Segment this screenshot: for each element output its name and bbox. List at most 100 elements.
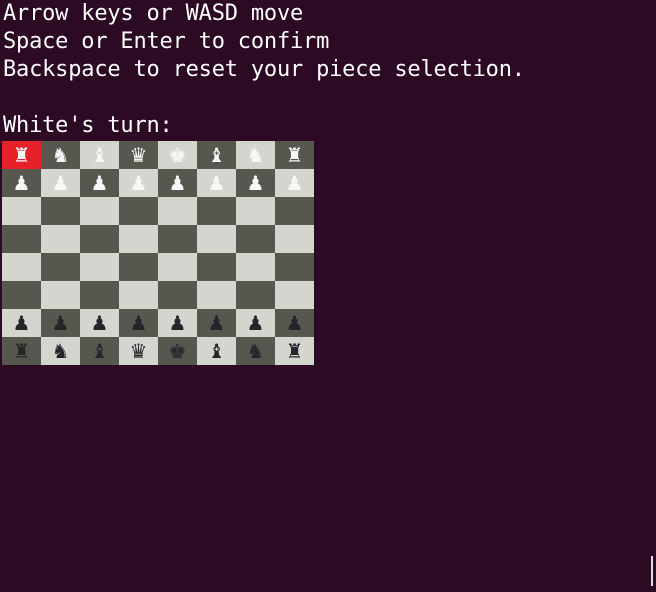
square-h3[interactable] <box>275 281 314 309</box>
black-bishop-icon: ♝ <box>207 339 226 363</box>
square-h4[interactable] <box>275 253 314 281</box>
square-d3[interactable] <box>119 281 158 309</box>
square-g6[interactable] <box>236 197 275 225</box>
square-h1[interactable]: ♜ <box>275 337 314 365</box>
square-h5[interactable] <box>275 225 314 253</box>
square-h8[interactable]: ♜ <box>275 141 314 169</box>
white-bishop-icon: ♝ <box>207 143 226 167</box>
square-d4[interactable] <box>119 253 158 281</box>
square-d1[interactable]: ♛ <box>119 337 158 365</box>
black-rook-icon: ♜ <box>285 339 304 363</box>
square-a3[interactable] <box>2 281 41 309</box>
square-g1[interactable]: ♞ <box>236 337 275 365</box>
square-e1[interactable]: ♚ <box>158 337 197 365</box>
square-b5[interactable] <box>41 225 80 253</box>
square-c2[interactable]: ♟ <box>80 309 119 337</box>
white-knight-icon: ♞ <box>51 143 70 167</box>
square-b4[interactable] <box>41 253 80 281</box>
square-h2[interactable]: ♟ <box>275 309 314 337</box>
square-b8[interactable]: ♞ <box>41 141 80 169</box>
square-f2[interactable]: ♟ <box>197 309 236 337</box>
square-c8[interactable]: ♝ <box>80 141 119 169</box>
square-e6[interactable] <box>158 197 197 225</box>
square-f4[interactable] <box>197 253 236 281</box>
square-f8[interactable]: ♝ <box>197 141 236 169</box>
black-pawn-icon: ♟ <box>168 311 187 335</box>
instruction-move: Arrow keys or WASD move <box>3 1 304 26</box>
square-e7[interactable]: ♟ <box>158 169 197 197</box>
square-e3[interactable] <box>158 281 197 309</box>
square-d2[interactable]: ♟ <box>119 309 158 337</box>
white-rook-icon: ♜ <box>285 143 304 167</box>
square-b7[interactable]: ♟ <box>41 169 80 197</box>
black-bishop-icon: ♝ <box>90 339 109 363</box>
square-e2[interactable]: ♟ <box>158 309 197 337</box>
square-c5[interactable] <box>80 225 119 253</box>
black-knight-icon: ♞ <box>246 339 265 363</box>
square-b2[interactable]: ♟ <box>41 309 80 337</box>
black-pawn-icon: ♟ <box>246 311 265 335</box>
square-g5[interactable] <box>236 225 275 253</box>
square-b1[interactable]: ♞ <box>41 337 80 365</box>
black-pawn-icon: ♟ <box>90 311 109 335</box>
instruction-reset: Backspace to reset your piece selection. <box>3 57 525 82</box>
black-pawn-icon: ♟ <box>207 311 226 335</box>
white-pawn-icon: ♟ <box>285 171 304 195</box>
square-f7[interactable]: ♟ <box>197 169 236 197</box>
cursor-square[interactable]: ♜ <box>2 141 41 169</box>
square-d7[interactable]: ♟ <box>119 169 158 197</box>
square-a4[interactable] <box>2 253 41 281</box>
black-rook-icon: ♜ <box>12 339 31 363</box>
black-king-icon: ♚ <box>168 339 187 363</box>
square-c6[interactable] <box>80 197 119 225</box>
square-g2[interactable]: ♟ <box>236 309 275 337</box>
square-a7[interactable]: ♟ <box>2 169 41 197</box>
white-rook-icon: ♜ <box>12 143 31 167</box>
black-knight-icon: ♞ <box>51 339 70 363</box>
white-pawn-icon: ♟ <box>129 171 148 195</box>
white-bishop-icon: ♝ <box>90 143 109 167</box>
square-f3[interactable] <box>197 281 236 309</box>
square-f5[interactable] <box>197 225 236 253</box>
square-e5[interactable] <box>158 225 197 253</box>
square-e8[interactable]: ♚ <box>158 141 197 169</box>
square-b6[interactable] <box>41 197 80 225</box>
black-pawn-icon: ♟ <box>285 311 304 335</box>
black-queen-icon: ♛ <box>129 339 148 363</box>
white-pawn-icon: ♟ <box>90 171 109 195</box>
square-g3[interactable] <box>236 281 275 309</box>
square-e4[interactable] <box>158 253 197 281</box>
square-g7[interactable]: ♟ <box>236 169 275 197</box>
white-pawn-icon: ♟ <box>168 171 187 195</box>
square-d5[interactable] <box>119 225 158 253</box>
square-c3[interactable] <box>80 281 119 309</box>
white-king-icon: ♚ <box>168 143 187 167</box>
white-pawn-icon: ♟ <box>207 171 226 195</box>
white-pawn-icon: ♟ <box>51 171 70 195</box>
square-f6[interactable] <box>197 197 236 225</box>
square-f1[interactable]: ♝ <box>197 337 236 365</box>
square-b3[interactable] <box>41 281 80 309</box>
square-a6[interactable] <box>2 197 41 225</box>
black-pawn-icon: ♟ <box>12 311 31 335</box>
square-g8[interactable]: ♞ <box>236 141 275 169</box>
square-g4[interactable] <box>236 253 275 281</box>
white-pawn-icon: ♟ <box>246 171 265 195</box>
square-c1[interactable]: ♝ <box>80 337 119 365</box>
black-pawn-icon: ♟ <box>51 311 70 335</box>
square-a5[interactable] <box>2 225 41 253</box>
scrollbar[interactable] <box>651 556 653 586</box>
chess-board[interactable]: ♜ ♞ ♝ ♛ ♚ ♝ ♞ ♜ ♟ ♟ ♟ ♟ ♟ ♟ ♟ ♟ ♟ ♟ ♟ ♟ ♟ ♟ ♟ ♟ ♜ ♞ ♝ ♛ ♚ ♝ ♞ ♜ <box>2 141 314 365</box>
black-pawn-icon: ♟ <box>129 311 148 335</box>
square-h6[interactable] <box>275 197 314 225</box>
square-a2[interactable]: ♟ <box>2 309 41 337</box>
square-c4[interactable] <box>80 253 119 281</box>
square-c7[interactable]: ♟ <box>80 169 119 197</box>
turn-indicator: White's turn: <box>3 113 173 138</box>
square-h7[interactable]: ♟ <box>275 169 314 197</box>
square-d8[interactable]: ♛ <box>119 141 158 169</box>
square-a1[interactable]: ♜ <box>2 337 41 365</box>
instruction-confirm: Space or Enter to confirm <box>3 29 330 54</box>
square-d6[interactable] <box>119 197 158 225</box>
